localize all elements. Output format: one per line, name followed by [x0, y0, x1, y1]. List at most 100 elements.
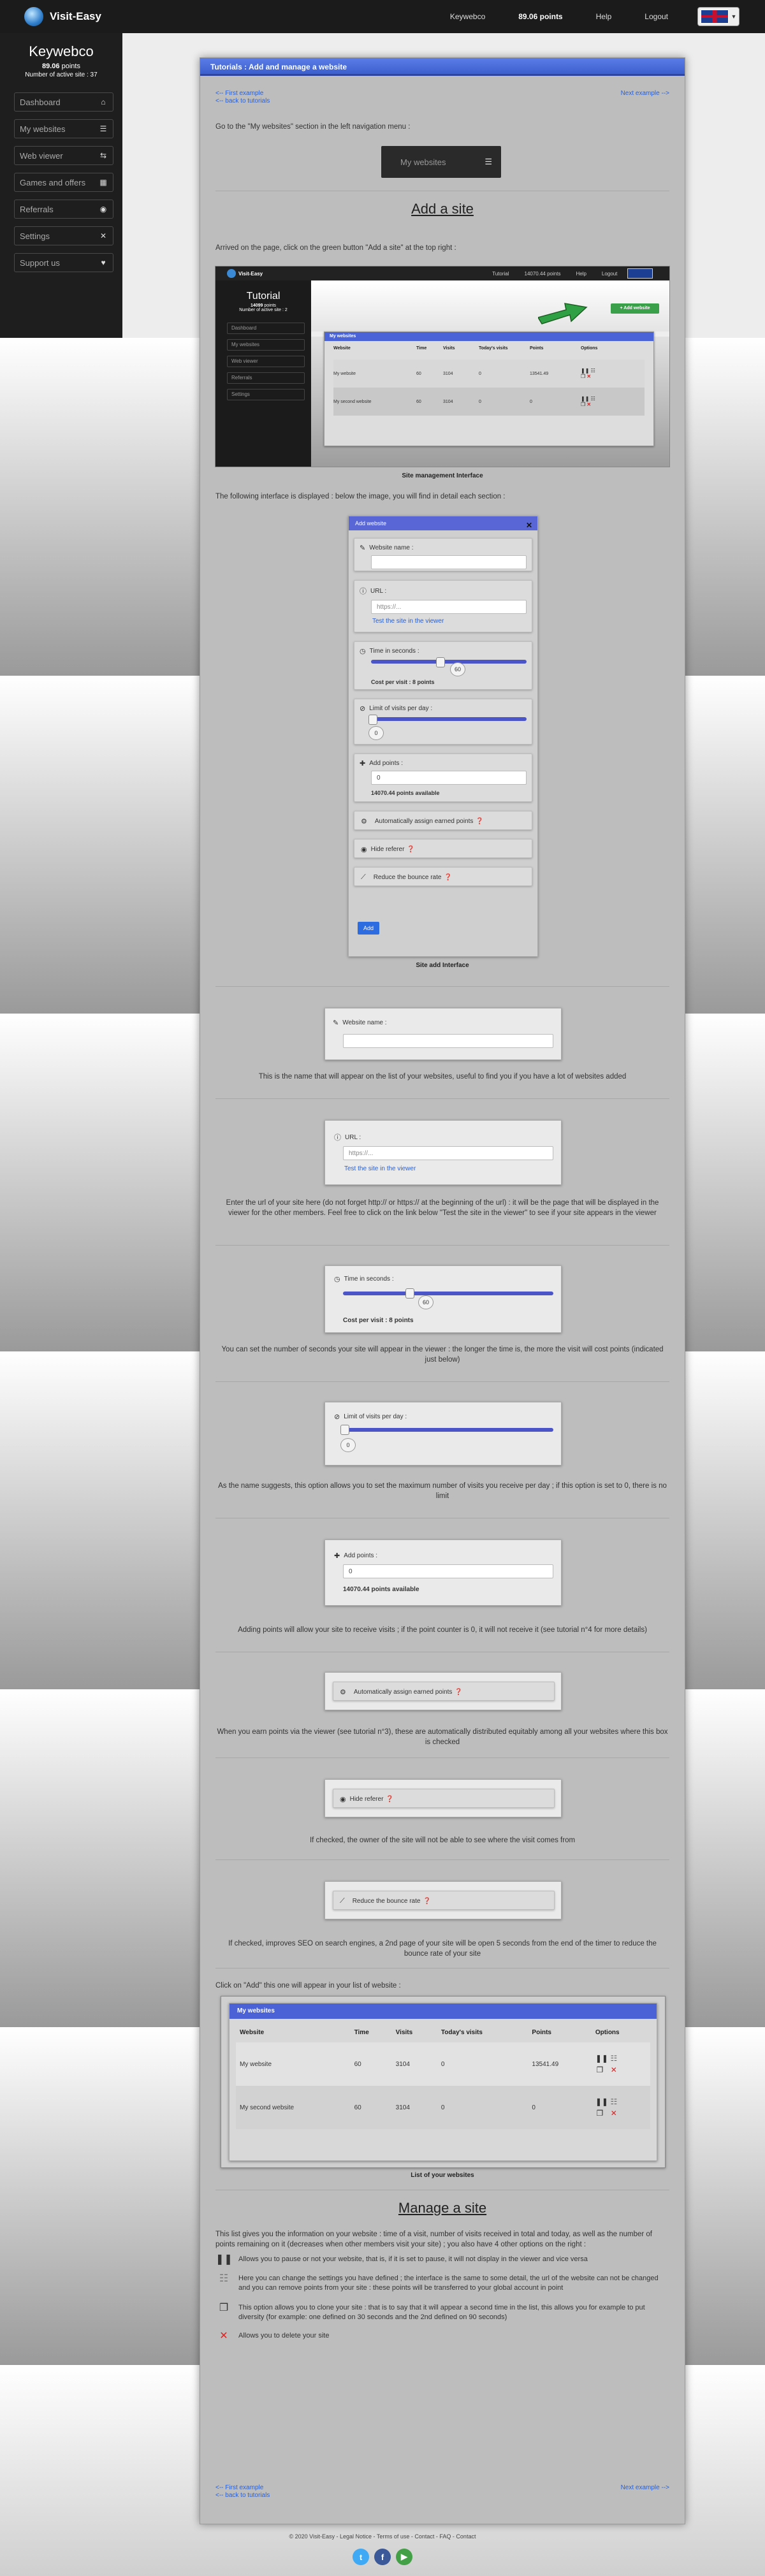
mini-brand: Visit-Easy [238, 270, 263, 277]
mini-websites-panel: My websites Website Time Visits Today's vis… [324, 331, 654, 446]
clone-icon[interactable]: ❐ [595, 2066, 604, 2074]
sidebar-item-games-and-offers[interactable]: Games and offers ▦ [14, 173, 113, 192]
table-header: Time [354, 2029, 369, 2036]
back-tutorials-link[interactable]: <-- back to tutorials [215, 98, 270, 105]
sidebar-item-web-viewer[interactable]: Web viewer ⇆ [14, 146, 113, 165]
tutorial-header: Tutorials : Add and manage a website [200, 58, 685, 76]
mini-menu-item: Web viewer [227, 356, 305, 367]
back-tutorials-link-bottom[interactable]: <-- back to tutorials [215, 2492, 270, 2499]
limit-widget: ⊘ Limit of visits per day : 0 [324, 1402, 562, 1466]
first-example-link[interactable]: <-- First example [215, 90, 263, 97]
next-example-link-bottom[interactable]: Next example --> [621, 2484, 669, 2491]
top-navbar: Visit-Easy Keywebco 89.06 points Help Lo… [0, 0, 765, 33]
mini-menu-item: Settings [227, 389, 305, 400]
list-caption: List of your websites [411, 2172, 474, 2179]
pencil-icon: ✎ [360, 544, 366, 552]
table-cell: 0 [437, 2086, 528, 2129]
click-add-text: Click on "Add" this one will appear in y… [215, 1982, 401, 1990]
list-icon: ☰ [99, 124, 107, 133]
website-name-widget: ✎ Website name : [324, 1008, 562, 1060]
manage-intro: This list gives you the information on y… [215, 2230, 652, 2248]
sidebar-points: 89.06 points [42, 62, 80, 70]
uk-flag-icon [627, 268, 653, 279]
info-icon: ⓘ [334, 1134, 341, 1142]
intro-text: Go to the "My websites" section in the l… [215, 123, 411, 131]
reduce-bounce-widget: ⟋ Reduce the bounce rate ❓ [324, 1881, 562, 1919]
add-site-title: Add a site [411, 201, 474, 217]
desc-time: You can set the number of seconds your s… [221, 1346, 664, 1364]
divider [215, 1757, 669, 1758]
eye-slash-icon: ◉ [361, 846, 367, 854]
test-site-link: Test the site in the viewer [344, 1165, 416, 1172]
next-example-link[interactable]: Next example --> [621, 90, 669, 97]
sidebar-item-settings[interactable]: Settings ✕ [14, 226, 113, 245]
mini-username: Tutorial [246, 291, 280, 302]
desc-limit: As the name suggests, this option allows… [218, 1482, 667, 1500]
legend-clone: ❐ This option allows you to clone your si… [215, 2303, 669, 2322]
nav-username-link[interactable]: Keywebco [450, 12, 485, 21]
language-selector[interactable]: ▼ [697, 7, 740, 26]
sidebar-item-referrals[interactable]: Referrals ◉ [14, 200, 113, 219]
magic-icon: ⟋ [340, 1897, 345, 1905]
uk-flag-icon [700, 10, 729, 24]
play-store-icon[interactable]: ▶ [396, 2549, 412, 2565]
globe-icon [24, 7, 43, 26]
mini-menu-item: Referrals [227, 372, 305, 384]
question-icon: ❓ [423, 1898, 431, 1905]
mini-content: + Add website My websites Website Time Vis… [311, 280, 669, 467]
ban-icon: ⊘ [334, 1413, 340, 1421]
websites-panel-title: My websites [229, 2004, 657, 2019]
site-management-screenshot: Visit-Easy Tutorial 14070.44 points Help… [215, 266, 670, 467]
mini-nav-logout: Logout [601, 270, 618, 277]
heart-icon: ♥ [101, 258, 106, 267]
brand-logo[interactable]: Visit-Easy [24, 7, 101, 26]
caret-down-icon: ▼ [731, 13, 737, 20]
gear-icon: ⚙ [361, 818, 367, 826]
table-header: Today's visits [441, 2029, 483, 2036]
globe-icon [227, 269, 236, 278]
sidebar-item-support-us[interactable]: Support us ♥ [14, 253, 113, 272]
site-management-caption: Site management Interface [402, 472, 483, 479]
manage-site-title: Manage a site [398, 2200, 487, 2216]
delete-icon: ✕ [219, 2331, 228, 2341]
auto-assign-widget: ⚙ Automatically assign earned points ❓ [324, 1672, 562, 1710]
legend-delete: ✕ Allows you to delete your site [215, 2331, 669, 2341]
settings-sliders-icon: ☷ [219, 2273, 229, 2284]
modal-referer-box: ◉ Hide referer ❓ [354, 839, 532, 858]
nav-help-link[interactable]: Help [596, 12, 612, 21]
nav-logout-link[interactable]: Logout [645, 12, 668, 21]
nav-points: 89.06 points [518, 12, 563, 21]
settings-sliders-icon[interactable]: ☷ [609, 2055, 618, 2062]
arrived-text: Arrived on the page, click on the green … [215, 244, 456, 252]
pause-icon[interactable]: ❚❚ [595, 2055, 608, 2062]
sidebar-item-my-websites[interactable]: My websites ☰ [14, 119, 113, 138]
clock-icon: ◷ [334, 1276, 340, 1283]
sidebar-item-dashboard[interactable]: Dashboard ⌂ [14, 92, 113, 112]
mini-add-website-button: + Add website [611, 303, 659, 314]
mini-table-header: Time [416, 346, 427, 351]
question-icon: ❓ [407, 846, 415, 853]
desc-name: This is the name that will appear on the… [258, 1073, 627, 1081]
modal-add-button: Add [358, 922, 379, 935]
twitter-icon[interactable]: t [353, 2549, 369, 2565]
site-add-caption: Site add Interface [416, 962, 469, 969]
modal-limit-box: ⊘ Limit of visits per day : 0 [354, 699, 532, 745]
delete-icon[interactable]: ✕ [609, 2066, 618, 2074]
ban-icon: ⊘ [360, 705, 366, 713]
clone-icon[interactable]: ❐ [595, 2109, 604, 2117]
settings-sliders-icon[interactable]: ☷ [609, 2098, 618, 2106]
list-icon: ☰ [484, 157, 492, 166]
gear-icon: ⚙ [340, 1689, 346, 1696]
table-header: Options [595, 2029, 620, 2036]
modal-points-box: ✚ Add points : 0 14070.44 points availabl… [354, 753, 532, 802]
sidebar-item-label: My websites [20, 124, 66, 134]
mini-table-header: Visits [443, 346, 455, 351]
websites-list-screenshot: My websites Website Time Visits Today's vis… [221, 1996, 666, 2168]
pause-icon[interactable]: ❚❚ [595, 2098, 608, 2106]
question-icon: ❓ [476, 818, 484, 825]
legend-pause: ❚❚ Allows you to pause or not your websit… [215, 2254, 588, 2265]
facebook-icon[interactable]: f [374, 2549, 391, 2565]
first-example-link-bottom[interactable]: <-- First example [215, 2484, 263, 2491]
delete-icon[interactable]: ✕ [609, 2109, 618, 2117]
divider [215, 986, 669, 987]
